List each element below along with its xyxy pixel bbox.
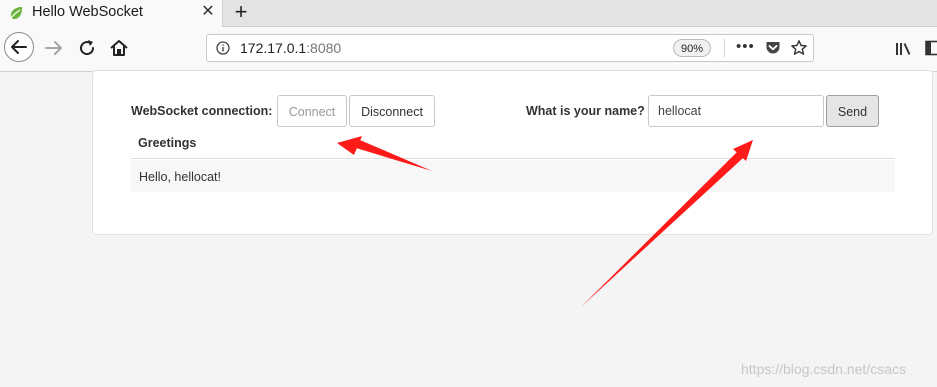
reload-icon[interactable] — [75, 36, 99, 60]
back-button[interactable] — [4, 32, 34, 62]
url-host: 172.17.0.1 — [240, 40, 307, 56]
zoom-level-badge[interactable]: 90% — [673, 39, 711, 57]
tab-title: Hello WebSocket — [32, 4, 143, 20]
greetings-table-header: Greetings — [131, 129, 895, 159]
close-icon[interactable]: ✕ — [199, 2, 217, 22]
greeting-message: Hello, hellocat! — [139, 170, 221, 184]
spring-leaf-icon — [10, 7, 22, 20]
info-icon[interactable] — [216, 41, 230, 55]
address-bar[interactable]: 172.17.0.1:8080 90% ••• — [206, 34, 814, 62]
connection-label: WebSocket connection: — [131, 104, 273, 118]
star-icon[interactable] — [790, 39, 808, 57]
table-row: Hello, hellocat! — [131, 160, 895, 192]
more-icon[interactable]: ••• — [736, 39, 756, 57]
name-label: What is your name? — [526, 104, 645, 118]
url-text[interactable]: 172.17.0.1:8080 — [240, 40, 341, 56]
url-port: :8080 — [306, 40, 342, 56]
watermark: https://blog.csdn.net/csacs — [741, 361, 906, 377]
name-input[interactable]: hellocat — [648, 95, 824, 127]
nav-toolbar: 172.17.0.1:8080 90% ••• — [0, 27, 937, 72]
connect-button[interactable]: Connect — [277, 95, 347, 127]
pocket-icon[interactable] — [765, 40, 781, 56]
websocket-panel: WebSocket connection: Connect Disconnect… — [92, 70, 933, 235]
sidebar-icon[interactable] — [925, 40, 937, 56]
tab-strip: Hello WebSocket ✕ + — [0, 0, 937, 27]
disconnect-button[interactable]: Disconnect — [349, 95, 435, 127]
home-icon[interactable] — [107, 36, 131, 60]
tab-hello-websocket[interactable]: Hello WebSocket ✕ — [0, 0, 223, 27]
library-icon[interactable] — [894, 40, 912, 58]
divider — [724, 39, 725, 57]
plus-icon[interactable]: + — [231, 0, 251, 24]
back-icon — [11, 40, 27, 54]
greetings-title: Greetings — [138, 136, 197, 150]
send-button[interactable]: Send — [826, 95, 879, 127]
forward-icon[interactable] — [42, 36, 66, 60]
